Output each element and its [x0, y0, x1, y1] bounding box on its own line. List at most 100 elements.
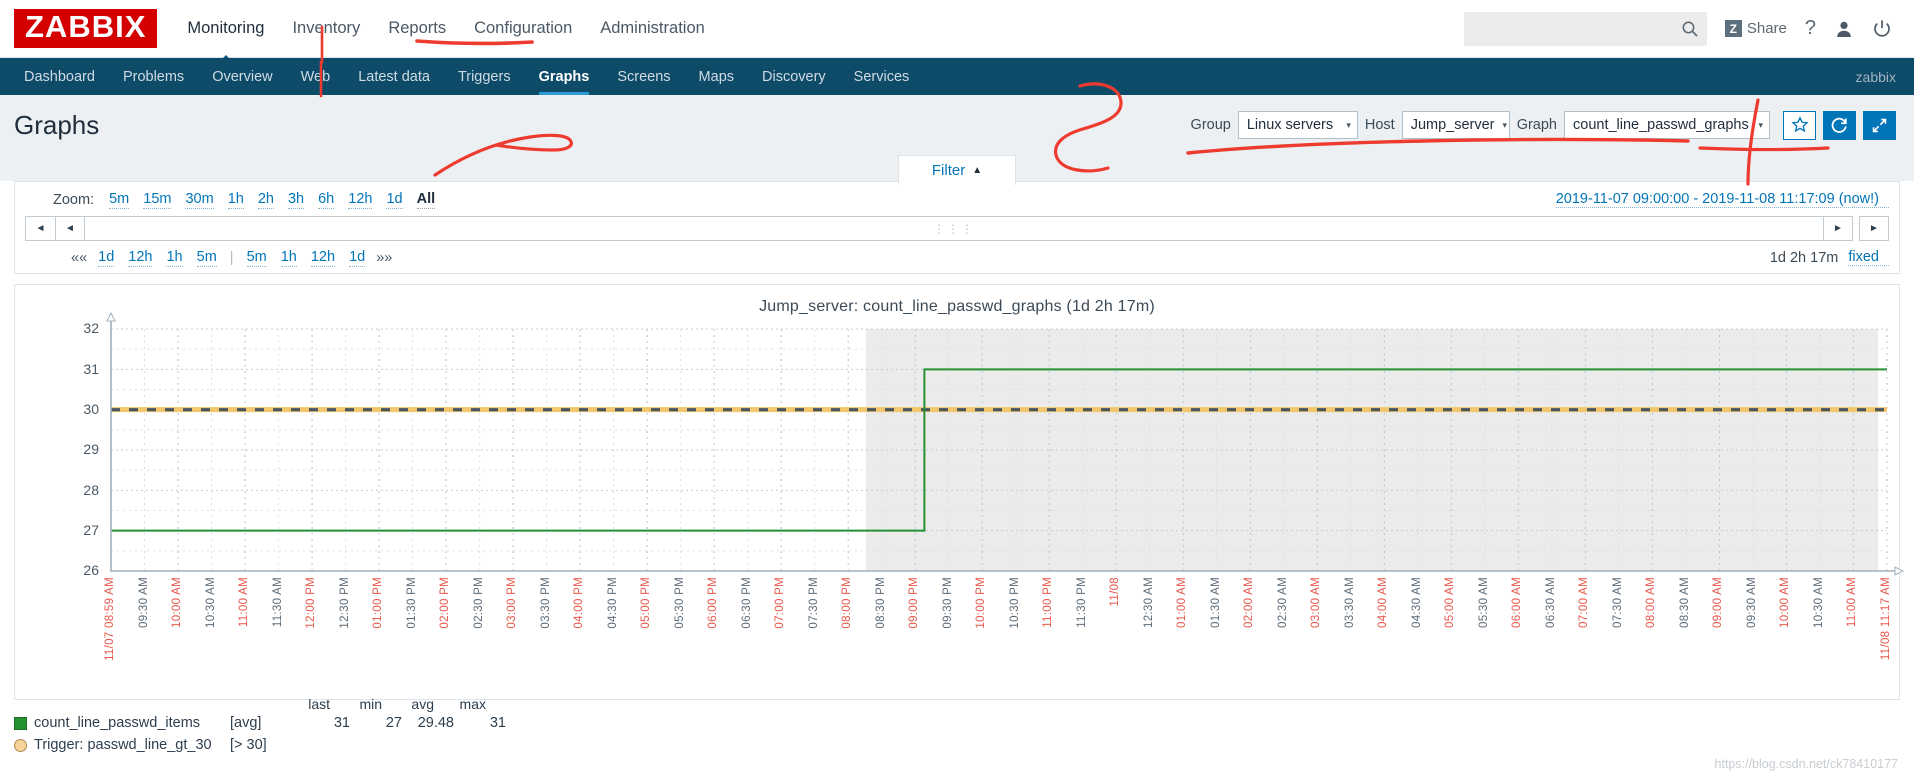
- subnav-item-web[interactable]: Web: [287, 58, 345, 95]
- subnav-item-screens[interactable]: Screens: [603, 58, 684, 95]
- y-axis-arrow: [106, 312, 116, 322]
- graph-panel: Jump_server: count_line_passwd_graphs (1…: [14, 284, 1905, 701]
- x-axis-tick-label: 02:30 PM: [472, 577, 485, 629]
- subnav-item-maps[interactable]: Maps: [685, 58, 748, 95]
- current-user-label[interactable]: zabbix: [1856, 58, 1914, 95]
- zoom-option-1d[interactable]: 1d: [386, 190, 403, 210]
- x-axis-tick-label: 10:00 AM: [1779, 577, 1792, 629]
- group-select[interactable]: Linux servers ▾: [1237, 111, 1358, 139]
- y-axis-tick-label: 28: [83, 481, 99, 498]
- shortcut-back-1h[interactable]: 1h: [166, 248, 183, 268]
- duration-label: 1d 2h 17m: [1769, 249, 1839, 266]
- shortcut-fwd-5m[interactable]: 5m: [246, 248, 267, 268]
- zoom-option-1h[interactable]: 1h: [227, 190, 244, 210]
- zoom-option-30m[interactable]: 30m: [185, 190, 214, 210]
- x-axis-tick-label: 04:30 AM: [1410, 577, 1423, 629]
- zabbix-logo[interactable]: ZABBIX: [14, 9, 158, 48]
- fullscreen-button[interactable]: [1863, 110, 1896, 140]
- shortcut-prev-icon[interactable]: ««: [29, 250, 87, 266]
- search-box[interactable]: [1463, 11, 1707, 46]
- shortcut-separator: |: [229, 249, 234, 266]
- zoom-option-all[interactable]: All: [416, 190, 436, 210]
- graph-select[interactable]: count_line_passwd_graphs ▾: [1564, 111, 1770, 139]
- nav-item-monitoring[interactable]: Monitoring: [187, 0, 264, 57]
- nav-item-configuration[interactable]: Configuration: [474, 0, 572, 57]
- slider-step-right-button[interactable]: ►: [1823, 216, 1853, 242]
- graph-plot-area[interactable]: 26 27 28 29 30 31 32 11/07 08:59 AM 09:30 AM 10:0…: [15, 285, 1905, 699]
- zoom-option-15m[interactable]: 15m: [143, 190, 172, 210]
- chevron-up-icon: ▲: [972, 165, 983, 176]
- x-axis-tick-label: 04:30 PM: [606, 577, 619, 629]
- subnav-item-problems[interactable]: Problems: [109, 58, 198, 95]
- zoom-option-6h[interactable]: 6h: [318, 190, 335, 210]
- time-slider[interactable]: ◄ ◄ ⋮⋮⋮ ► ►: [25, 216, 1889, 242]
- slider-step-left-button[interactable]: ◄: [55, 216, 85, 242]
- legend-item-trigger: Trigger: passwd_line_gt_30 [> 30]: [14, 734, 506, 756]
- x-axis-tick-label: 11:00 PM: [1042, 577, 1055, 629]
- zoom-option-5m[interactable]: 5m: [109, 190, 130, 210]
- nav-item-administration[interactable]: Administration: [600, 0, 705, 57]
- nav-item-reports[interactable]: Reports: [388, 0, 446, 57]
- x-axis-tick-label: 07:30 AM: [1611, 577, 1624, 629]
- favorite-button[interactable]: [1783, 110, 1816, 140]
- power-icon[interactable]: [1872, 19, 1892, 39]
- zoom-option-12h[interactable]: 12h: [348, 190, 373, 210]
- refresh-button[interactable]: [1823, 110, 1856, 140]
- graph-label: Graph: [1516, 117, 1557, 133]
- time-control-panel: Zoom: 5m 15m 30m 1h 2h 3h 6h 12h 1d All …: [14, 181, 1900, 275]
- shortcut-back-1d[interactable]: 1d: [98, 248, 115, 268]
- shortcut-back-5m[interactable]: 5m: [196, 248, 217, 268]
- shortcut-fwd-1h[interactable]: 1h: [280, 248, 297, 268]
- filter-tab[interactable]: Filter ▲: [898, 155, 1016, 185]
- search-icon[interactable]: [1681, 20, 1699, 38]
- shortcut-back-12h[interactable]: 12h: [128, 248, 153, 268]
- search-input[interactable]: [1471, 19, 1681, 38]
- x-axis-tick-label: 11/08: [1109, 577, 1122, 607]
- subnav-item-dashboard[interactable]: Dashboard: [10, 58, 109, 95]
- share-button[interactable]: Z Share: [1724, 20, 1787, 37]
- x-axis-tick-label: 05:00 PM: [640, 577, 653, 629]
- slider-jump-left-button[interactable]: ◄: [25, 216, 55, 242]
- x-axis-tick-label: 09:30 AM: [137, 577, 150, 629]
- x-axis-tick-label: 06:30 AM: [1544, 577, 1557, 629]
- x-axis-tick-label: 08:30 PM: [874, 577, 887, 629]
- chevron-down-icon: ▾: [1502, 119, 1508, 130]
- legend-item-series: count_line_passwd_items [avg] 31 27 29.4…: [14, 712, 506, 734]
- main-navigation: Monitoring Inventory Reports Configurati…: [187, 0, 704, 57]
- slider-track[interactable]: ⋮⋮⋮: [85, 216, 1823, 242]
- x-axis-tick-label: 10:00 PM: [975, 577, 988, 629]
- x-axis-tick-label: 05:00 AM: [1444, 577, 1457, 629]
- slider-grip-icon[interactable]: ⋮⋮⋮: [933, 222, 975, 236]
- host-select[interactable]: Jump_server ▾: [1401, 111, 1510, 139]
- page-title: Graphs: [14, 109, 100, 140]
- shortcut-fwd-1d[interactable]: 1d: [349, 248, 366, 268]
- subnav-item-discovery[interactable]: Discovery: [748, 58, 840, 95]
- x-axis-tick-label: 07:30 PM: [807, 577, 820, 629]
- help-icon[interactable]: ?: [1805, 17, 1816, 40]
- subnav-item-triggers[interactable]: Triggers: [444, 58, 525, 95]
- nav-item-inventory[interactable]: Inventory: [292, 0, 360, 57]
- time-range-label[interactable]: 2019-11-07 09:00:00 - 2019-11-08 11:17:0…: [1555, 191, 1889, 209]
- x-axis-tick-label: 04:00 AM: [1377, 577, 1390, 629]
- shortcut-fwd-12h[interactable]: 12h: [310, 248, 336, 268]
- fixed-toggle[interactable]: fixed: [1848, 249, 1889, 267]
- shortcut-next-icon[interactable]: »»: [376, 250, 392, 266]
- y-axis-tick-label: 31: [83, 360, 99, 377]
- x-axis-tick-label: 11/08 11:17 AM: [1880, 577, 1892, 661]
- x-axis-tick-label: 03:30 AM: [1343, 577, 1356, 629]
- share-badge: Z: [1724, 20, 1742, 37]
- subnav-item-latest-data[interactable]: Latest data: [344, 58, 444, 95]
- slider-jump-right-button[interactable]: ►: [1859, 216, 1889, 242]
- user-icon[interactable]: [1834, 19, 1854, 39]
- subnav-item-graphs[interactable]: Graphs: [525, 58, 604, 95]
- x-axis-tick-label: 02:00 PM: [439, 577, 452, 629]
- zoom-option-3h[interactable]: 3h: [287, 190, 305, 210]
- zoom-row: Zoom: 5m 15m 30m 1h 2h 3h 6h 12h 1d All …: [25, 190, 1889, 210]
- zoom-option-2h[interactable]: 2h: [257, 190, 274, 210]
- host-select-value: Jump_server: [1410, 117, 1495, 133]
- y-axis-tick-label: 27: [83, 521, 99, 538]
- x-axis-tick-label: 11:00 AM: [238, 577, 251, 628]
- subnav-item-overview[interactable]: Overview: [198, 58, 286, 95]
- subnav-item-services[interactable]: Services: [840, 58, 924, 95]
- legend-series-aggregation: [avg]: [230, 715, 262, 731]
